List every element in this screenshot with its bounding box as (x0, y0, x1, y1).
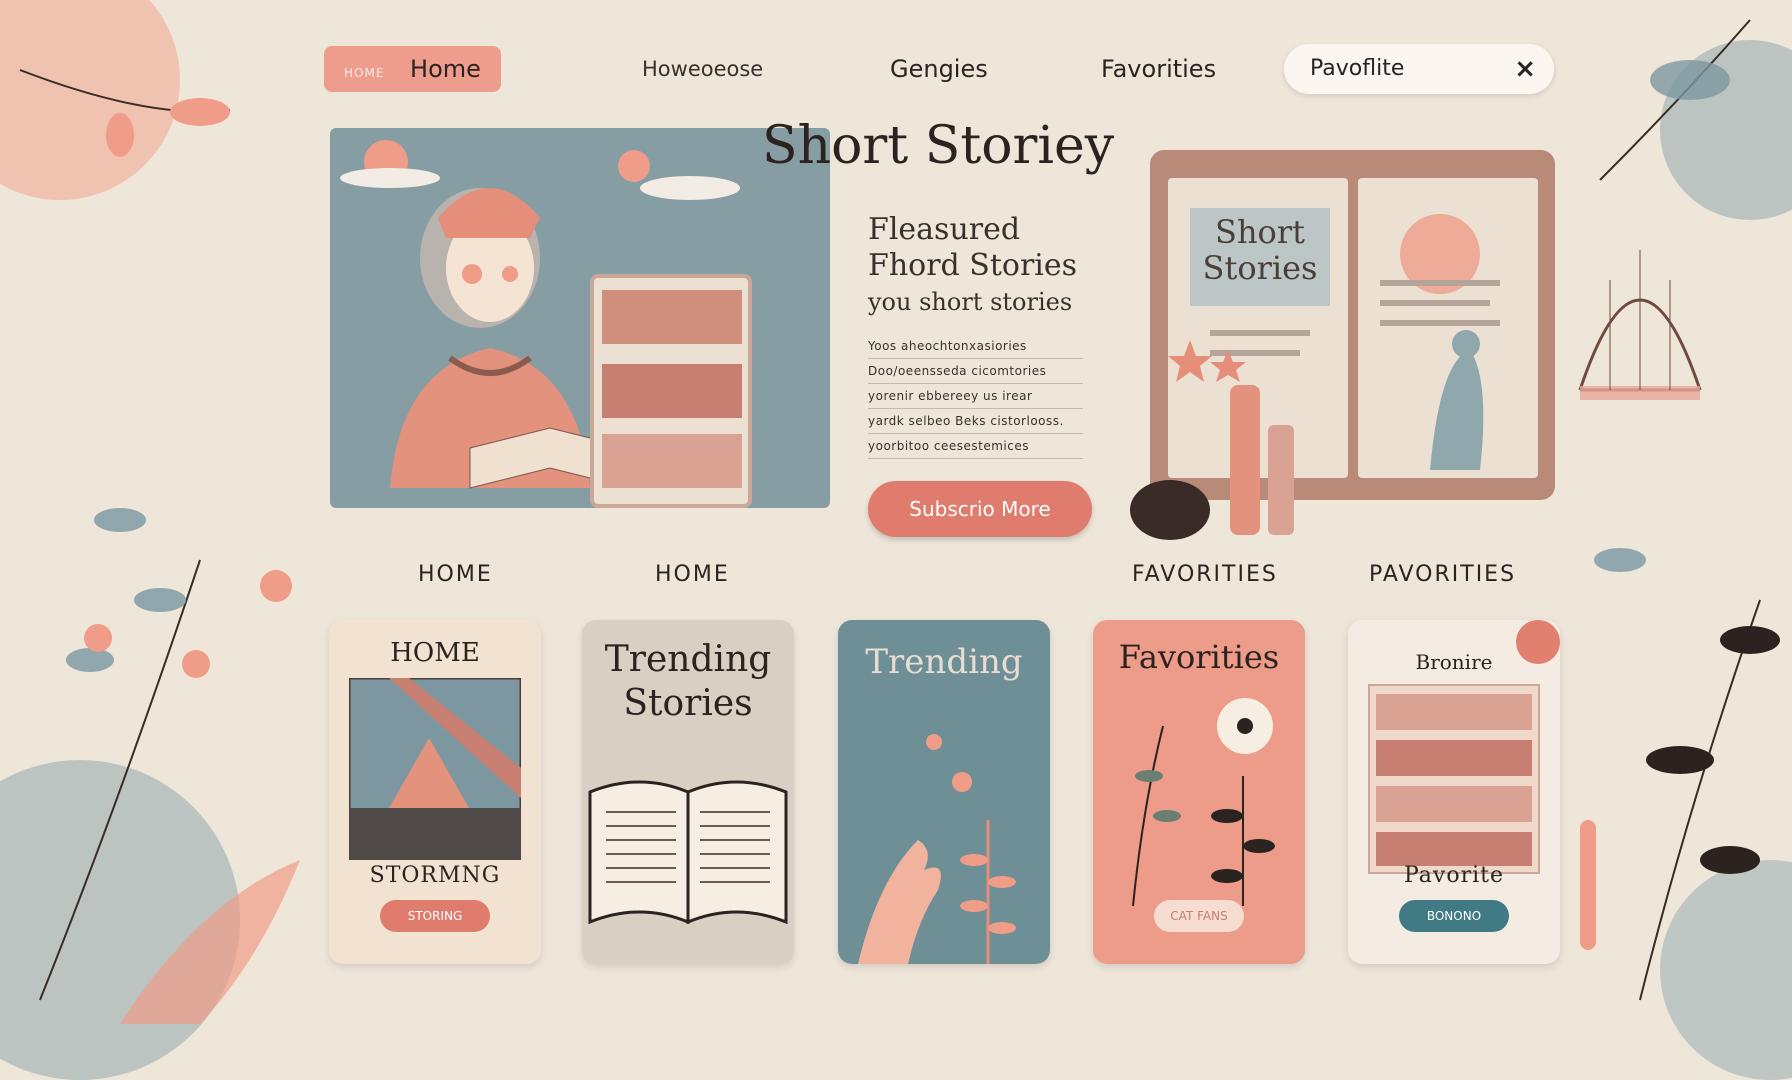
card-trending-title-line-1: Trending (604, 639, 772, 680)
nav-home-prefix: HOME (344, 66, 385, 80)
featured-line-3: you short stories (868, 288, 1073, 316)
search-input[interactable]: Pavoflite (1310, 44, 1404, 94)
nav-item-2[interactable]: Howeoeose (642, 46, 763, 92)
book-scene-illustration (1130, 214, 1500, 540)
desc-line-4: yardk selbeo Beks cistorlooss. (868, 409, 1083, 434)
card-favorites-title: Favorities (1118, 638, 1280, 676)
open-book-icon (588, 780, 788, 925)
desc-line-1: Yoos aheochtonxasiories (868, 334, 1083, 359)
desc-line-3: yorenir ebbereey us irear (868, 384, 1083, 409)
card-favorite-button[interactable]: BONONO (1399, 900, 1509, 932)
top-navigation: HOME Home Howeoeose Gengies Favorities P… (320, 40, 1560, 100)
decor-leaves-left (19, 69, 300, 1024)
featured-line-2: Fhord Stories (868, 248, 1078, 283)
card-home-title: HOME (390, 638, 480, 668)
card-trending-title: Trending (865, 642, 1023, 682)
floral-illustration (1132, 698, 1275, 906)
hero-title: Short Storiey (762, 116, 1115, 176)
featured-line-1: Fleasured (868, 212, 1021, 247)
favorite-badge-icon[interactable] (1516, 620, 1560, 664)
desc-line-5: yoorbitoo ceesestemices (868, 434, 1083, 459)
card-trending[interactable]: Trending (838, 620, 1050, 964)
nav-home-label: Home (410, 55, 481, 83)
card-trending-title-line-2: Stories (623, 683, 753, 724)
card-favorites[interactable]: Favorities CAT FANS (1093, 620, 1305, 964)
card-home-picture (349, 678, 521, 860)
nav-home[interactable]: HOME Home (324, 46, 501, 92)
sublabel-favorites-1[interactable]: FAVORITIES (1132, 562, 1278, 587)
card-home-button[interactable]: STORING (380, 900, 490, 932)
bookshelf-illustration (1368, 684, 1540, 874)
reader-illustration (340, 140, 752, 508)
featured-heading: Fleasured Fhord Stories you short storie… (868, 212, 1077, 320)
card-home[interactable]: HOME STORMNG STORING (329, 620, 541, 964)
hero-description: Yoos aheochtonxasiories Doo/oeensseda ci… (868, 334, 1083, 459)
card-favorite[interactable]: Bronire Pavorite BONONO (1348, 620, 1560, 964)
search-box[interactable]: Pavoflite × (1284, 44, 1554, 94)
card-favorite-footer: Pavorite (1403, 863, 1505, 888)
card-favorites-button[interactable]: CAT FANS (1154, 900, 1244, 932)
close-icon[interactable]: × (1514, 44, 1536, 94)
card-home-footer: STORMNG (369, 863, 501, 888)
nav-genres[interactable]: Gengies (890, 46, 988, 92)
desc-line-2: Doo/oeensseda cicomtories (868, 359, 1083, 384)
hand-leaf-illustration (858, 734, 1016, 964)
sublabel-favorites-2[interactable]: PAVORITIES (1369, 562, 1516, 587)
subscribe-button[interactable]: Subscrio More (868, 481, 1092, 537)
card-trending-stories[interactable]: Trending Stories (582, 620, 794, 964)
nav-favorites[interactable]: Favorities (1101, 46, 1216, 92)
sublabel-home-2[interactable]: HOME (655, 562, 730, 587)
decor-leaves-right (1578, 19, 1780, 1001)
card-trending-stories-title: Trending Stories (582, 638, 794, 726)
sublabel-home-1[interactable]: HOME (418, 562, 493, 587)
